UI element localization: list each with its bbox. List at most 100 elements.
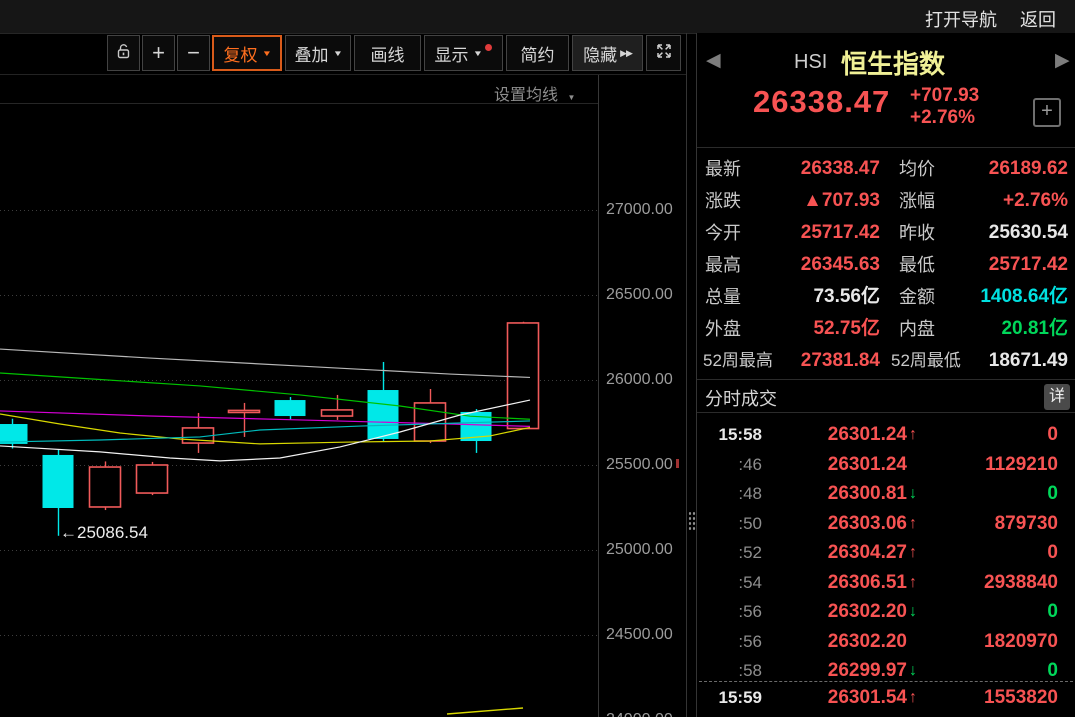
divider: [697, 412, 1075, 413]
adjust-price-button[interactable]: 复权 ▼: [212, 35, 282, 71]
tape-volume: 1129210: [947, 450, 1058, 479]
display-label: 显示: [435, 41, 469, 66]
quote-value: 27381.84: [747, 345, 880, 377]
ma-setting-dropdown[interactable]: 设置均线 ▼: [494, 81, 575, 105]
top-bar: 打开导航 返回: [0, 0, 1075, 34]
y-axis-label: 24500.00: [606, 626, 673, 644]
tape-time: 15:59: [697, 683, 762, 712]
tape-detail-button[interactable]: 详: [1044, 384, 1070, 410]
last-price: 26338.47: [753, 84, 890, 120]
lock-button[interactable]: [107, 35, 140, 71]
hide-button[interactable]: 隐藏 ▶▶: [572, 35, 643, 71]
tape-direction-arrow: ↑: [909, 420, 923, 449]
tape-volume: 0: [947, 538, 1058, 567]
tape-price: 26304.27: [777, 538, 907, 567]
y-axis-label: 26000.00: [606, 371, 673, 389]
tape-price: 26301.24: [777, 420, 907, 449]
splitter-line: [686, 33, 687, 717]
tape-row: :5626302.201820970: [697, 627, 1075, 656]
chevron-down-icon: ▼: [567, 93, 575, 102]
tape-volume: 0: [947, 420, 1058, 449]
quote-label: 金额: [899, 281, 935, 313]
candle-body: [0, 424, 28, 444]
tape-row: :5226304.27↑0: [697, 538, 1075, 567]
quote-label: 涨跌: [705, 185, 741, 217]
quote-label: 最新: [705, 153, 741, 185]
quote-label: 外盘: [705, 313, 741, 345]
overlay-button[interactable]: 叠加 ▼: [285, 35, 351, 71]
chart-toolbar: + − 复权 ▼ 叠加 ▼ 画线 显示 ▼ 简约 隐藏 ▶▶: [0, 33, 686, 75]
tape-time: :56: [697, 627, 762, 656]
quote-row: 52周最高27381.8452周最低18671.49: [697, 345, 1075, 377]
candle-body: [229, 410, 260, 412]
open-navigation-button[interactable]: 打开导航: [925, 6, 997, 32]
chevron-down-icon: ▼: [332, 49, 342, 58]
tape-volume: 1820970: [947, 627, 1058, 656]
quote-label: 总量: [705, 281, 741, 313]
overlay-label: 叠加: [295, 41, 329, 66]
tape-price: 26303.06: [777, 509, 907, 538]
next-symbol-arrow[interactable]: ▶: [1055, 49, 1070, 72]
tape-time: :54: [697, 568, 762, 597]
y-axis-label: 24000.00: [606, 711, 673, 717]
candle-body: [368, 390, 399, 439]
quote-row: 最高26345.63最低25717.42: [697, 249, 1075, 281]
quote-row: 外盘52.75亿内盘20.81亿: [697, 313, 1075, 345]
prev-symbol-arrow[interactable]: ◀: [706, 49, 721, 72]
quote-label: 均价: [899, 153, 935, 185]
draw-line-button[interactable]: 画线: [354, 35, 421, 71]
tape-time: :56: [697, 597, 762, 626]
unlock-icon: [115, 42, 132, 65]
fullscreen-button[interactable]: [646, 35, 681, 71]
tape-price: 26306.51: [777, 568, 907, 597]
symbol-code: HSI: [794, 51, 827, 74]
quote-row: 最新26338.47均价26189.62: [697, 153, 1075, 185]
chevron-down-icon: ▼: [261, 49, 271, 58]
price-change-percent: +2.76%: [910, 107, 979, 129]
tape-volume: 0: [947, 597, 1058, 626]
expand-icon: [655, 42, 673, 65]
hide-label: 隐藏: [583, 41, 617, 66]
splitter-grip-handle[interactable]: [688, 511, 696, 531]
quote-row: 今开25717.42昨收25630.54: [697, 217, 1075, 249]
y-axis-label: 27000.00: [606, 201, 673, 219]
low-price-annotation: ←25086.54: [60, 523, 148, 543]
ma-white: [0, 400, 530, 461]
quote-label: 内盘: [899, 313, 935, 345]
candle-body: [43, 455, 74, 508]
y-axis-label: 25500.00: [606, 456, 673, 474]
divider: [697, 147, 1075, 148]
candle-body: [508, 323, 539, 429]
price-change-block: +707.93 +2.76%: [910, 85, 979, 129]
chevron-down-icon: ▼: [472, 49, 482, 58]
quote-label: 涨幅: [899, 185, 935, 217]
zoom-in-button[interactable]: +: [142, 35, 175, 71]
display-button[interactable]: 显示 ▼: [424, 35, 503, 71]
kline-chart-pane[interactable]: 设置均线 ▼ ←25086.54 27000.0026500.0026000.0…: [0, 73, 686, 717]
add-to-watchlist-button[interactable]: +: [1033, 98, 1061, 127]
candle-body: [137, 465, 168, 493]
quote-value: 25717.42: [947, 249, 1068, 281]
tape-time: 15:58: [697, 420, 762, 449]
price-change: +707.93: [910, 85, 979, 107]
quote-value: +2.76%: [947, 185, 1068, 217]
tape-row: 15:58 26301.24↑ 0: [697, 420, 1075, 449]
zoom-out-button[interactable]: −: [177, 35, 210, 71]
tape-time: :46: [697, 450, 762, 479]
candle-body: [90, 467, 121, 507]
adjust-price-label: 复权: [224, 41, 258, 66]
quote-row: 总量73.56亿金额1408.64亿: [697, 281, 1075, 313]
tape-row: :5626302.20↓0: [697, 597, 1075, 626]
quote-value: 20.81亿: [947, 313, 1068, 345]
notification-dot: [485, 44, 492, 51]
ma-long-gray: [0, 349, 530, 377]
tape-time: :48: [697, 479, 762, 508]
back-button[interactable]: 返回: [1020, 6, 1056, 32]
kline-canvas[interactable]: [0, 73, 686, 717]
quote-label: 昨收: [899, 217, 935, 249]
tape-price: 26301.24: [777, 450, 907, 479]
quote-value: 25717.42: [747, 217, 880, 249]
quote-value: 26345.63: [747, 249, 880, 281]
chart-top-border: [0, 103, 598, 104]
simple-mode-button[interactable]: 简约: [506, 35, 569, 71]
